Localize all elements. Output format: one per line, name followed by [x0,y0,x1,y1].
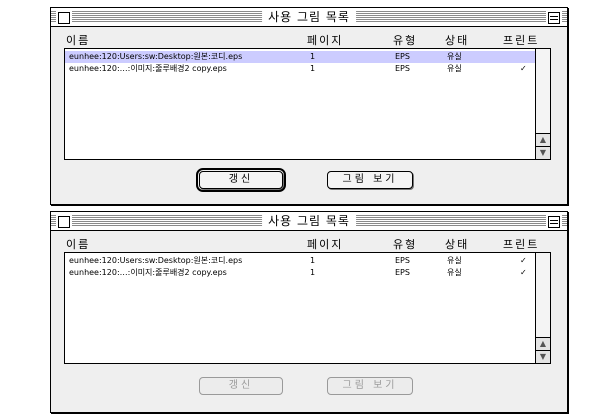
column-header-name: 이름 [66,238,91,251]
list-item[interactable]: eunhee:120:Users:sw:Desktop:원본:코디.eps 1 … [65,255,535,267]
page-number: 1 [310,64,316,73]
print-checkmark-icon[interactable]: ✓ [520,255,527,267]
link-status: 유실 [447,268,462,277]
column-header-type: 유형 [393,238,418,251]
view-picture-button[interactable]: 그림 보기 [327,377,413,395]
list-item[interactable]: eunhee:120:…:이미지:줄루배경2 copy.eps 1 EPS 유실… [65,267,535,279]
picture-list[interactable]: eunhee:120:Users:sw:Desktop:원본:코디.eps 1 … [64,252,551,364]
page-number: 1 [310,52,316,61]
close-box-icon[interactable] [58,216,70,228]
link-status: 유실 [447,256,462,265]
zoom-box-icon[interactable] [548,12,560,24]
picture-list[interactable]: eunhee:120:Users:sw:Desktop:원본:코디.eps 1 … [64,48,551,160]
print-checkmark-icon[interactable]: ✓ [520,267,527,279]
column-header-page: 페이지 [307,34,344,47]
column-header-print: 프린트 [503,238,540,251]
window-title: 사용 그림 목록 [262,213,356,229]
zoom-box-icon[interactable] [548,216,560,228]
link-status: 유실 [447,64,462,73]
close-box-icon[interactable] [58,12,70,24]
file-type: EPS [395,64,410,73]
file-name: eunhee:120:Users:sw:Desktop:원본:코디.eps [69,256,243,265]
scroll-up-arrow-icon[interactable]: ▲ [536,133,550,146]
link-status: 유실 [447,52,462,61]
scroll-down-arrow-icon[interactable]: ▼ [536,350,550,363]
column-header-status: 상태 [445,238,470,251]
column-header-status: 상태 [445,34,470,47]
used-pictures-window-2: 사용 그림 목록 이름 페이지 유형 상태 프린트 eunhee:120:Use… [50,211,568,413]
refresh-button[interactable]: 갱신 [196,168,286,192]
title-bar[interactable]: 사용 그림 목록 [51,212,567,231]
file-name: eunhee:120:Users:sw:Desktop:원본:코디.eps [69,52,243,61]
view-picture-button[interactable]: 그림 보기 [327,171,413,189]
title-bar[interactable]: 사용 그림 목록 [51,8,567,27]
window-title: 사용 그림 목록 [262,9,356,25]
file-type: EPS [395,256,410,265]
list-item[interactable]: eunhee:120:Users:sw:Desktop:원본:코디.eps 1 … [65,51,535,63]
file-name: eunhee:120:…:이미지:줄루배경2 copy.eps [69,64,227,73]
scroll-down-arrow-icon[interactable]: ▼ [536,146,550,159]
file-name: eunhee:120:…:이미지:줄루배경2 copy.eps [69,268,227,277]
print-checkmark-icon[interactable]: ✓ [520,63,527,75]
page-number: 1 [310,268,316,277]
refresh-button[interactable]: 갱신 [199,377,283,395]
column-header-name: 이름 [66,34,91,47]
column-header-type: 유형 [393,34,418,47]
column-header-page: 페이지 [307,238,344,251]
column-header-print: 프린트 [503,34,540,47]
used-pictures-window-1: 사용 그림 목록 이름 페이지 유형 상태 프린트 eunhee:120:Use… [50,7,568,205]
vertical-scrollbar[interactable]: ▲ ▼ [535,49,550,159]
list-item[interactable]: eunhee:120:…:이미지:줄루배경2 copy.eps 1 EPS 유실… [65,63,535,75]
scroll-up-arrow-icon[interactable]: ▲ [536,337,550,350]
page-number: 1 [310,256,316,265]
vertical-scrollbar[interactable]: ▲ ▼ [535,253,550,363]
file-type: EPS [395,52,410,61]
file-type: EPS [395,268,410,277]
